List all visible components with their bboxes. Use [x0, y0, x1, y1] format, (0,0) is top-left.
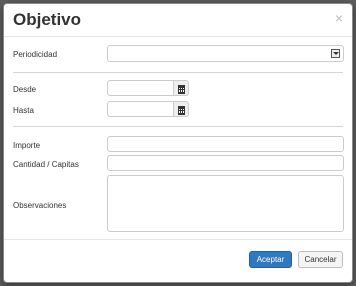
dialog-title: Objetivo [13, 10, 82, 29]
calendar-icon [178, 106, 185, 115]
chevron-down-icon[interactable] [331, 49, 340, 58]
calendar-icon [178, 85, 185, 94]
observaciones-textarea[interactable] [107, 175, 344, 232]
desde-label: Desde [13, 85, 37, 94]
divider [13, 72, 343, 73]
close-icon[interactable]: × [335, 10, 343, 26]
objetivo-dialog: Objetivo × Periodicidad Desde Hasta Impo… [3, 3, 353, 283]
accept-button[interactable]: Aceptar [249, 251, 292, 268]
observaciones-label: Observaciones [13, 201, 67, 210]
cantidad-input[interactable] [107, 155, 344, 171]
divider [13, 126, 343, 127]
periodicidad-label: Periodicidad [13, 50, 58, 59]
desde-date-input[interactable] [107, 80, 174, 96]
cancel-button[interactable]: Cancelar [298, 251, 343, 268]
dialog-header: Objetivo × [4, 4, 352, 37]
importe-input[interactable] [107, 136, 344, 152]
hasta-calendar-button[interactable] [173, 101, 189, 117]
desde-calendar-button[interactable] [173, 80, 189, 96]
importe-label: Importe [13, 141, 41, 150]
hasta-label: Hasta [13, 106, 34, 115]
hasta-date-input[interactable] [107, 101, 174, 117]
cantidad-label: Cantidad / Capitas [13, 160, 79, 169]
periodicidad-select[interactable] [107, 45, 344, 62]
dialog-footer: Aceptar Cancelar [4, 239, 352, 282]
